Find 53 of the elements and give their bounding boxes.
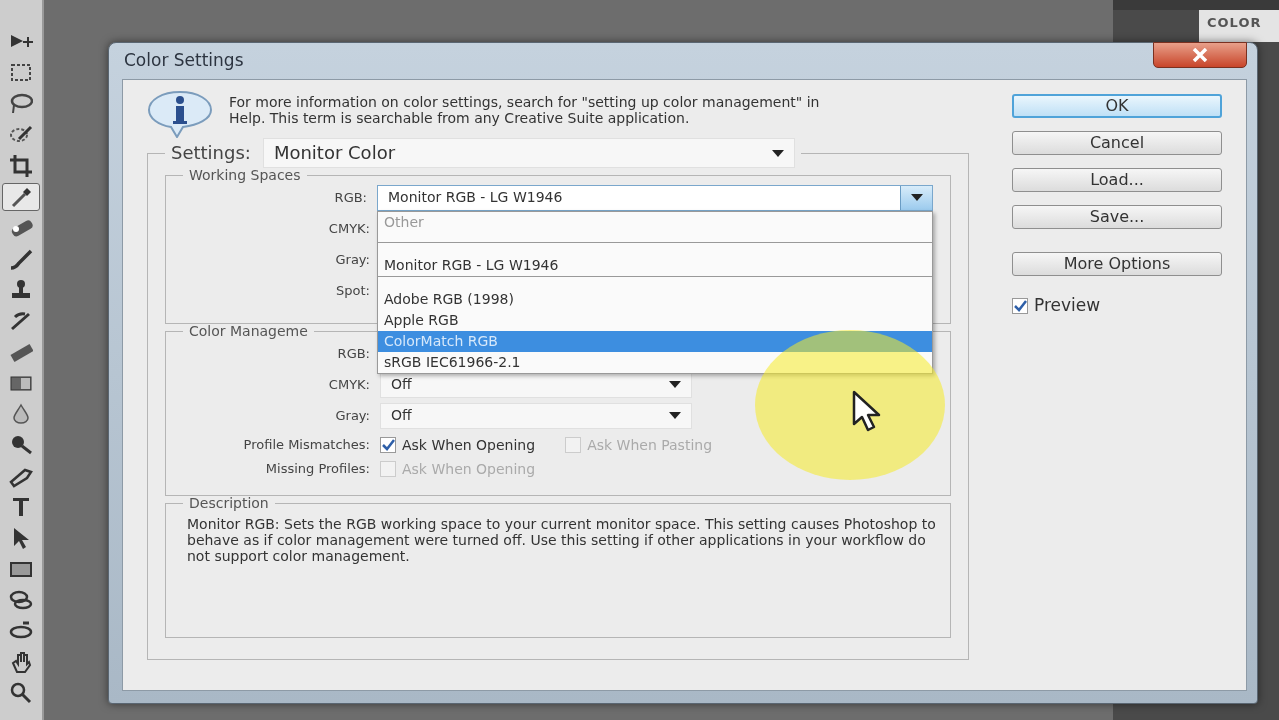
field-label: RGB:: [336, 344, 370, 363]
settings-dropdown[interactable]: Monitor Color: [262, 138, 795, 168]
checkbox-label: Ask When Pasting: [587, 435, 713, 455]
field-label: Missing Profiles:: [264, 460, 370, 479]
dialog-button[interactable]: OK: [1012, 94, 1222, 118]
eyedropper-icon: [9, 185, 33, 209]
settings-label: Settings:: [171, 144, 251, 162]
info-icon: [147, 90, 213, 138]
description-text: Monitor RGB: Sets the RGB working space to your current monitor space. This setting causes Photoshop to behave as if color management were turned off. Use this setting if other applications in your workflow do not support color management.: [187, 516, 937, 564]
field-label: RGB:: [333, 188, 367, 207]
menu-header: Other: [383, 212, 425, 232]
menu-item[interactable]: Adobe RGB (1998): [378, 288, 932, 310]
caret-icon: [669, 381, 681, 388]
hand-icon: [9, 650, 33, 674]
window-title: Color Settings: [124, 49, 244, 73]
tool-button[interactable]: [2, 183, 40, 211]
dialog-button[interactable]: Cancel: [1012, 131, 1222, 155]
brush-curl-icon: [9, 309, 33, 333]
menu-item[interactable]: Apple RGB: [378, 309, 932, 331]
zoom-icon: [9, 681, 33, 705]
menu-item[interactable]: sRGB IEC61966-2.1: [378, 351, 932, 373]
group-title: Working Spaces: [188, 168, 302, 182]
menu-item[interactable]: Monitor RGB - LG W1946: [378, 254, 932, 276]
lasso-icon: [9, 92, 33, 116]
brush-icon: [9, 247, 33, 271]
dodge-icon: [9, 433, 33, 457]
field-label: Profile Mismatches:: [242, 436, 370, 455]
dropdown-field[interactable]: Monitor RGB - LG W1946: [377, 184, 933, 211]
checkbox[interactable]: [380, 437, 396, 453]
close-icon: [1192, 48, 1208, 62]
checkbox-label: Ask When Opening: [402, 435, 536, 455]
field-label: Spot:: [335, 281, 370, 300]
info-text: For more information on color settings, search for "setting up color management" in Help. This term is searchable from any Creative Suite application.: [229, 93, 821, 126]
field-label: CMYK:: [327, 375, 370, 394]
dialog-button[interactable]: Save...: [1012, 205, 1222, 229]
dialog-button[interactable]: Load...: [1012, 168, 1222, 192]
group-title: Color Manageme: [188, 324, 309, 338]
field-label: Gray:: [334, 250, 370, 269]
caret-icon: [669, 412, 681, 419]
field-label: Gray:: [334, 406, 370, 425]
rotate-3d-icon: [9, 588, 33, 612]
checkbox-label: Ask When Opening: [402, 459, 536, 479]
crop-icon: [9, 154, 33, 178]
caret-icon: [910, 194, 923, 201]
dialog-button[interactable]: More Options: [1012, 252, 1222, 276]
checkbox-label: Preview: [1034, 294, 1101, 317]
close-button[interactable]: [1153, 42, 1247, 68]
caret-icon: [771, 149, 784, 157]
field-label: CMYK:: [327, 219, 370, 238]
dropdown-field[interactable]: Off: [380, 402, 692, 429]
checkbox[interactable]: [1012, 297, 1028, 314]
panel-tab[interactable]: COLOR: [1199, 10, 1279, 42]
group-title: Description: [188, 496, 270, 510]
